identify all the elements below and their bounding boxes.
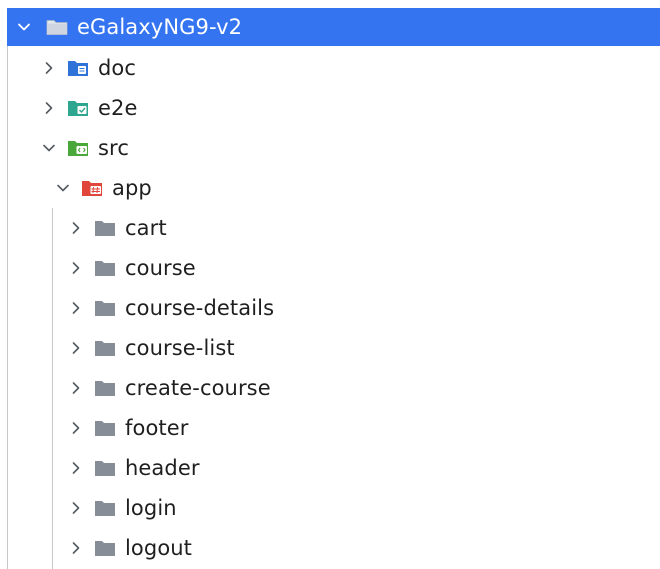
chevron-right-icon[interactable] [65, 537, 87, 559]
tree-label-e2e: e2e [98, 96, 138, 120]
test-folder-icon [66, 98, 90, 118]
chevron-right-icon[interactable] [65, 417, 87, 439]
folder-icon [93, 458, 117, 478]
tree-label-cart: cart [125, 216, 167, 240]
tree-row-src[interactable]: src [7, 128, 660, 168]
folder-icon [93, 338, 117, 358]
chevron-right-icon[interactable] [65, 497, 87, 519]
tree-row-login[interactable]: login [7, 488, 660, 528]
chevron-right-icon[interactable] [38, 97, 60, 119]
folder-icon [93, 498, 117, 518]
tree-label-login: login [125, 496, 177, 520]
tree-label-root: eGalaxyNG9-v2 [77, 15, 243, 39]
tree-row-course-details[interactable]: course-details [7, 288, 660, 328]
chevron-down-icon[interactable] [13, 16, 35, 38]
tree-label-app: app [112, 176, 152, 200]
tree-label-header: header [125, 456, 200, 480]
chevron-right-icon[interactable] [65, 257, 87, 279]
tree-row-footer[interactable]: footer [7, 408, 660, 448]
tree-label-course-details: course-details [125, 296, 275, 320]
chevron-right-icon[interactable] [65, 297, 87, 319]
folder-icon [93, 538, 117, 558]
tree-row-header[interactable]: header [7, 448, 660, 488]
tree-row-doc[interactable]: doc [7, 48, 660, 88]
tree-label-course: course [125, 256, 196, 280]
module-folder-icon [80, 178, 104, 198]
tree-row-root[interactable]: eGalaxyNG9-v2 [7, 8, 660, 46]
tree-label-logout: logout [125, 536, 193, 560]
chevron-right-icon[interactable] [65, 337, 87, 359]
doc-folder-icon [66, 58, 90, 78]
tree-label-src: src [98, 136, 129, 160]
folder-icon [93, 378, 117, 398]
tree-row-cart[interactable]: cart [7, 208, 660, 248]
source-folder-icon [66, 138, 90, 158]
tree-row-logout[interactable]: logout [7, 528, 660, 568]
chevron-down-icon[interactable] [52, 177, 74, 199]
project-tree: eGalaxyNG9-v2 doc e2e src app cart cours… [0, 0, 660, 569]
tree-label-doc: doc [98, 56, 137, 80]
folder-icon [45, 17, 69, 37]
tree-row-create-course[interactable]: create-course [7, 368, 660, 408]
chevron-right-icon[interactable] [65, 377, 87, 399]
tree-label-footer: footer [125, 416, 189, 440]
tree-row-course-list[interactable]: course-list [7, 328, 660, 368]
chevron-right-icon[interactable] [38, 57, 60, 79]
folder-icon [93, 218, 117, 238]
folder-icon [93, 418, 117, 438]
folder-icon [93, 298, 117, 318]
tree-label-course-list: course-list [125, 336, 235, 360]
tree-row-app[interactable]: app [7, 168, 660, 208]
tree-row-course[interactable]: course [7, 248, 660, 288]
tree-label-create-course: create-course [125, 376, 271, 400]
folder-icon [93, 258, 117, 278]
chevron-right-icon[interactable] [65, 457, 87, 479]
chevron-down-icon[interactable] [38, 137, 60, 159]
tree-row-e2e[interactable]: e2e [7, 88, 660, 128]
chevron-right-icon[interactable] [65, 217, 87, 239]
